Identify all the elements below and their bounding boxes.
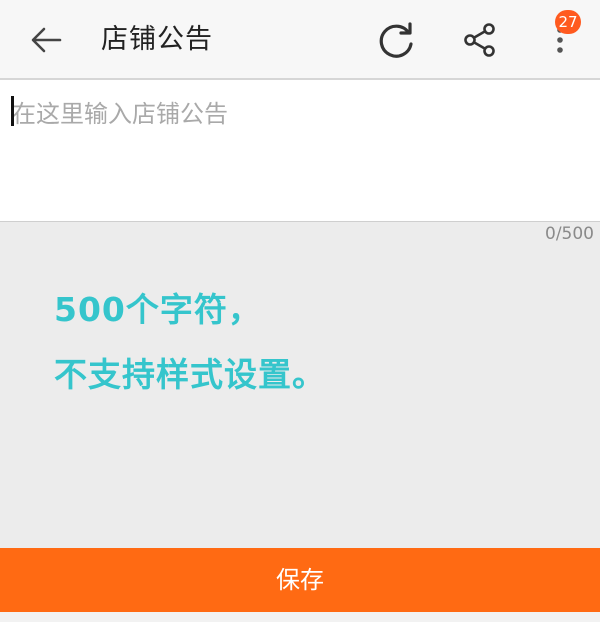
- store-announcement-screen: 店铺公告 27 在这里输入店铺公告 0/500 500个字符， 不支持样式设置。…: [0, 0, 600, 622]
- back-button[interactable]: [26, 22, 66, 58]
- text-caret: [11, 96, 14, 126]
- announcement-editor: [0, 80, 600, 222]
- char-counter: 0/500: [545, 224, 594, 244]
- app-header: 店铺公告 27: [0, 0, 600, 80]
- back-arrow-icon: [31, 27, 62, 53]
- save-button[interactable]: 保存: [0, 548, 600, 612]
- refresh-icon: [379, 22, 413, 58]
- hint-text-style: 不支持样式设置。: [54, 355, 326, 394]
- page-title: 店铺公告: [101, 24, 213, 55]
- refresh-button[interactable]: [377, 20, 417, 60]
- hint-text-limit: 500个字符，: [54, 290, 262, 329]
- bottom-strip: [0, 612, 600, 622]
- share-icon: [464, 23, 495, 57]
- notification-badge: 27: [555, 10, 581, 34]
- announcement-input[interactable]: [0, 80, 600, 220]
- share-button[interactable]: [460, 20, 500, 60]
